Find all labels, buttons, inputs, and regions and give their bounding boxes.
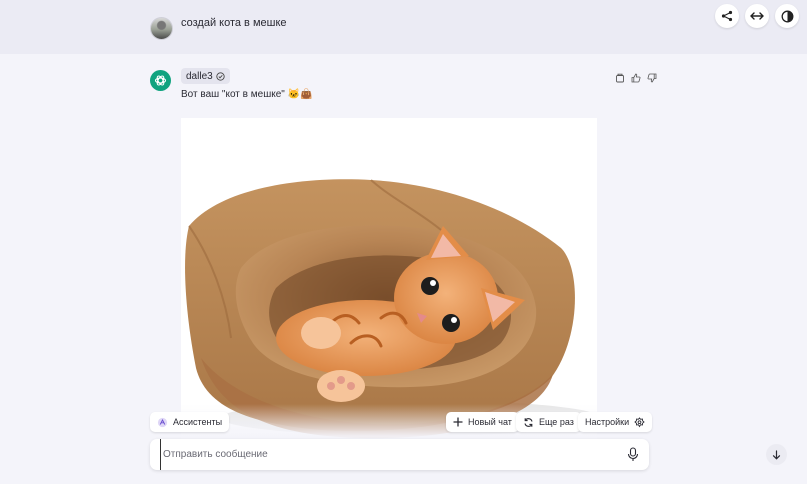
settings-label: Настройки [585, 417, 630, 427]
openai-logo-icon [154, 75, 167, 86]
arrow-down-icon [772, 449, 781, 460]
scroll-to-bottom-button[interactable] [766, 444, 787, 465]
microphone-icon[interactable] [627, 447, 639, 462]
cat-in-sack-illustration [185, 179, 597, 439]
assistants-label: Ассистенты [173, 417, 223, 427]
bot-avatar [150, 70, 171, 91]
expand-width-button[interactable] [745, 4, 769, 28]
bot-message-text: Вот ваш "кот в мешке" 🐱👜 [181, 89, 313, 100]
assistants-button[interactable]: Ассистенты [150, 412, 230, 432]
dislike-button[interactable] [646, 72, 658, 84]
copy-icon [616, 73, 624, 83]
generated-image[interactable] [181, 118, 597, 440]
share-button[interactable] [715, 4, 739, 28]
user-message-text: создай кота в мешке [181, 17, 287, 29]
user-message-row: создай кота в мешке [0, 0, 807, 54]
new-chat-label: Новый чат [468, 417, 512, 427]
new-chat-button[interactable]: Новый чат [446, 412, 519, 432]
theme-toggle-button[interactable] [775, 4, 799, 28]
settings-button[interactable]: Настройки [578, 412, 653, 432]
message-input[interactable] [160, 439, 610, 470]
expand-horizontal-icon [750, 12, 764, 20]
regenerate-button[interactable]: Еще раз [516, 412, 581, 432]
bot-name: dalle3 [186, 70, 213, 82]
regenerate-label: Еще раз [539, 417, 574, 427]
bot-name-badge[interactable]: dalle3 [181, 68, 230, 84]
plus-icon [453, 417, 463, 427]
top-actions [715, 4, 799, 28]
copy-button[interactable] [614, 72, 626, 84]
thumbs-up-icon [631, 73, 641, 83]
assistants-icon [157, 417, 168, 427]
verified-icon [216, 71, 225, 81]
contrast-icon [781, 10, 793, 22]
share-icon [721, 10, 733, 22]
message-actions [614, 72, 658, 84]
settings-gear-icon [634, 416, 645, 427]
like-button[interactable] [630, 72, 642, 84]
thumbs-down-icon [647, 73, 657, 83]
user-avatar [150, 17, 173, 40]
message-composer [150, 439, 649, 470]
refresh-icon [524, 417, 533, 427]
